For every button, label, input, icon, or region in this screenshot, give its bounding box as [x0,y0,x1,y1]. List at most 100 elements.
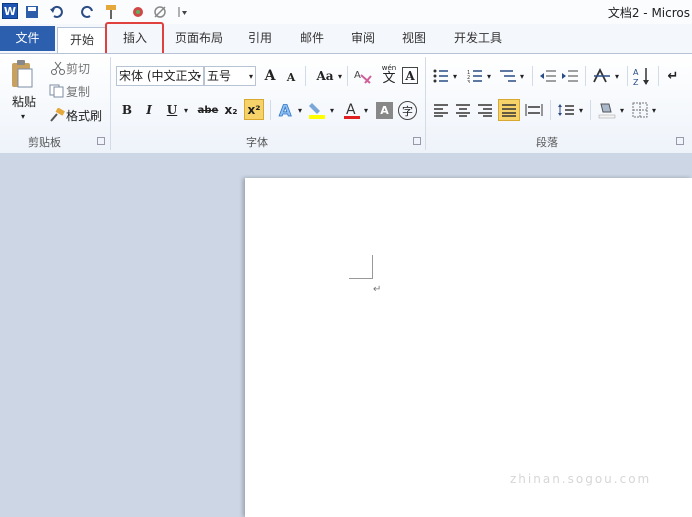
align-left-icon[interactable] [432,100,450,120]
underline-dropdown-icon[interactable]: ▾ [181,100,191,120]
font-group-label: 字体 [246,136,268,149]
character-shading-button[interactable]: A [376,102,393,119]
tab-mailings[interactable]: 邮件 [292,27,332,50]
svg-text:3: 3 [467,80,470,83]
superscript-button[interactable]: x² [244,99,264,120]
word-icon[interactable]: W [2,3,18,19]
font-size-dropdown-icon[interactable]: ▾ [246,66,256,86]
multilevel-list-icon[interactable] [498,66,518,86]
change-case-button[interactable]: Aa [313,66,337,86]
font-family-select[interactable]: 宋体 (中文正文 [116,66,204,86]
divider [550,100,551,120]
font-dialog-launcher-icon[interactable] [413,137,421,145]
font-color-icon[interactable]: A [342,99,362,121]
copy-button[interactable]: 复制 [66,83,96,99]
strikethrough-button[interactable]: abe [197,100,219,120]
phonetic-guide-button[interactable]: wén 文 [378,62,400,88]
distributed-icon[interactable] [524,100,544,120]
cut-icon[interactable] [50,60,66,76]
svg-text:A: A [346,102,356,118]
bullets-dropdown-icon[interactable]: ▾ [451,66,459,86]
divider [590,100,591,120]
tab-developer[interactable]: 开发工具 [446,27,510,50]
font-size-value: 五号 [207,69,232,83]
clipboard-group-label: 剪贴板 [28,136,61,149]
format-painter-icon[interactable] [48,107,66,123]
font-family-dropdown-icon[interactable]: ▾ [194,66,204,86]
line-spacing-dropdown-icon[interactable]: ▾ [577,100,585,120]
text-effects-dropdown-icon[interactable]: ▾ [296,100,304,120]
save-icon[interactable] [24,3,40,20]
highlight-color-icon[interactable] [306,99,328,121]
multilevel-dropdown-icon[interactable]: ▾ [518,66,526,86]
color-icon[interactable] [130,3,146,20]
change-case-dropdown-icon[interactable]: ▾ [336,66,344,86]
redo-icon[interactable] [80,3,96,20]
borders-icon[interactable] [630,100,650,120]
borders-dropdown-icon[interactable]: ▾ [650,100,658,120]
customize-qa-icon[interactable] [176,3,190,20]
character-border-button[interactable]: A [402,67,418,84]
svg-text:A: A [354,70,361,81]
paste-dropdown-icon[interactable]: ▾ [18,110,28,122]
text-effects-icon[interactable]: A [276,99,296,121]
chinese-layout-icon[interactable] [591,66,613,86]
tab-review[interactable]: 审阅 [343,27,383,50]
subscript-button[interactable]: x₂ [222,100,240,120]
tab-view[interactable]: 视图 [394,27,434,50]
paragraph-dialog-launcher-icon[interactable] [676,137,684,145]
divider [658,66,659,86]
paragraph-mark-icon: ↵ [373,284,382,295]
insert-tab-highlight [105,22,164,57]
divider [627,66,628,86]
divider [532,66,533,86]
align-right-icon[interactable] [476,100,494,120]
shrink-font-button[interactable]: A [284,68,298,86]
highlight-dropdown-icon[interactable]: ▾ [328,100,336,120]
divider [347,66,348,86]
shading-icon[interactable] [596,99,618,121]
decrease-indent-icon[interactable] [538,66,558,86]
erase-icon[interactable] [152,3,170,20]
enclose-characters-button[interactable]: 字 [398,101,417,120]
title-bar: W 文档2 - Micros [0,0,692,25]
group-separator [110,57,111,150]
bold-button[interactable]: B [118,100,136,120]
grow-font-button[interactable]: A [262,66,278,86]
numbering-icon[interactable]: 123 [466,66,484,86]
group-separator [425,57,426,150]
divider [305,66,306,86]
paste-button[interactable]: 粘贴 [8,93,40,109]
watermark-logo: 搜狗指南 [518,439,639,472]
phonetic-char: 文 [382,71,396,86]
clear-format-icon[interactable]: A [352,66,374,86]
tab-page-layout[interactable]: 页面布局 [168,27,230,50]
font-color-dropdown-icon[interactable]: ▾ [362,100,370,120]
line-spacing-icon[interactable] [556,100,576,120]
sort-icon[interactable]: AZ [632,64,652,88]
tab-references[interactable]: 引用 [240,27,280,50]
bullets-icon[interactable] [432,66,450,86]
format-painter-button[interactable]: 格式刷 [66,107,106,123]
undo-icon[interactable] [46,3,66,20]
copy-icon[interactable] [48,83,66,99]
align-center-icon[interactable] [454,100,472,120]
italic-button[interactable]: I [140,100,158,120]
numbering-dropdown-icon[interactable]: ▾ [485,66,493,86]
divider [585,66,586,86]
paste-icon[interactable] [8,58,36,90]
margin-corner-marker [372,255,373,279]
tab-home[interactable]: 开始 [57,27,107,54]
show-marks-icon[interactable]: ↵ [664,66,682,86]
justify-icon[interactable] [498,99,520,121]
increase-indent-icon[interactable] [560,66,580,86]
cut-button[interactable]: 剪切 [66,60,96,76]
clipboard-dialog-launcher-icon[interactable] [97,137,105,145]
tab-file[interactable]: 文件 [0,26,55,51]
underline-button[interactable]: U [164,100,180,120]
shading-dropdown-icon[interactable]: ▾ [618,100,626,120]
format-painter-qa-icon[interactable] [100,3,122,20]
svg-text:A: A [279,101,292,119]
chinese-layout-dropdown-icon[interactable]: ▾ [613,66,621,86]
window-title: 文档2 - Micros [607,6,690,20]
